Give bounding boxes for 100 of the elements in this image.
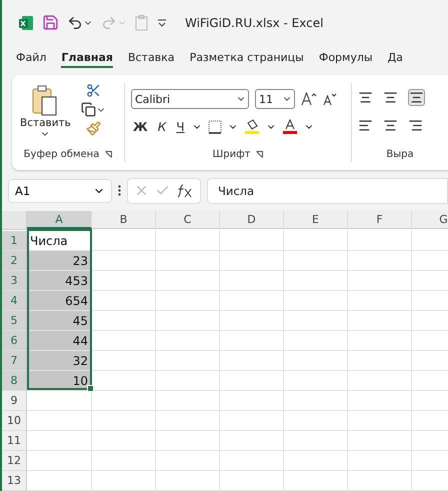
ribbon-tab[interactable]: Главная <box>61 49 113 68</box>
paste-button[interactable]: Вставить <box>18 83 73 142</box>
underline-button[interactable]: Ч <box>174 120 186 134</box>
empty-cell <box>220 351 284 371</box>
row-header[interactable]: 6 <box>2 331 27 351</box>
row-header[interactable]: 11 <box>2 431 27 451</box>
empty-cell <box>220 391 284 411</box>
row-header[interactable]: 13 <box>2 471 27 491</box>
table-cell: 453 <box>27 271 92 291</box>
empty-cell <box>156 271 220 291</box>
empty-cell <box>348 271 412 291</box>
table-cell: 44 <box>27 331 92 351</box>
align-middle-icon[interactable] <box>383 90 398 106</box>
row-header[interactable]: 9 <box>2 391 27 411</box>
empty-cell <box>284 251 348 271</box>
row-header[interactable]: 3 <box>2 271 27 291</box>
align-right-icon[interactable] <box>408 118 423 134</box>
empty-cell <box>220 231 284 251</box>
ribbon-tab[interactable]: Файл <box>16 49 46 68</box>
align-left-icon[interactable] <box>358 118 373 134</box>
empty-cell <box>156 291 220 311</box>
empty-cell <box>284 331 348 351</box>
undo-icon[interactable] <box>67 14 93 31</box>
align-top-icon[interactable] <box>358 90 373 106</box>
column-header[interactable]: E <box>284 211 348 229</box>
empty-cell <box>348 451 412 471</box>
row-header[interactable]: 7 <box>2 351 27 371</box>
empty-cell <box>156 411 220 431</box>
font-name-field[interactable]: Calibri <box>131 89 249 110</box>
dialog-launcher-icon[interactable] <box>105 150 112 158</box>
column-header[interactable]: D <box>220 211 284 229</box>
cut-icon[interactable] <box>86 83 101 98</box>
save-icon[interactable] <box>42 14 59 32</box>
empty-cell <box>220 471 284 491</box>
group-label: Буфер обмена <box>24 148 100 160</box>
column-header[interactable]: B <box>92 211 156 229</box>
customize-toolbar-icon[interactable] <box>157 18 167 27</box>
empty-cell <box>220 371 284 391</box>
row-header[interactable]: 5 <box>2 311 27 331</box>
decrease-font-icon[interactable] <box>323 92 337 106</box>
empty-cell <box>348 311 412 331</box>
empty-cell <box>284 451 348 471</box>
dialog-launcher-icon[interactable] <box>256 150 264 158</box>
table-cell: 32 <box>27 351 92 371</box>
ribbon-tab[interactable]: Формулы <box>318 49 373 68</box>
bold-button[interactable]: Ж <box>131 120 150 134</box>
fill-color-icon[interactable] <box>244 119 260 136</box>
font-color-icon[interactable] <box>282 119 298 136</box>
formula-field[interactable]: Числа <box>207 178 448 204</box>
empty-cell <box>348 371 412 391</box>
column-header[interactable]: A <box>27 211 92 229</box>
row-header[interactable]: 12 <box>2 451 27 471</box>
empty-cell <box>156 471 220 491</box>
empty-cell <box>156 391 220 411</box>
row-header[interactable]: 10 <box>2 411 27 431</box>
column-header[interactable]: F <box>348 211 412 229</box>
align-center-icon[interactable] <box>383 118 398 134</box>
empty-cell <box>284 311 348 331</box>
row-header[interactable]: 4 <box>2 291 27 311</box>
table-cell: 45 <box>27 311 92 331</box>
excel-logo-icon <box>18 14 34 31</box>
ribbon-tab[interactable]: Да <box>388 49 403 68</box>
empty-cell <box>156 331 220 351</box>
empty-cell <box>348 231 412 251</box>
copy-icon[interactable] <box>80 102 106 118</box>
window-title: WiFiGiD.RU.xlsx - Excel <box>185 16 324 30</box>
empty-cell <box>92 471 156 491</box>
empty-cell <box>220 271 284 291</box>
empty-cell <box>348 331 412 351</box>
empty-cell <box>284 371 348 391</box>
fill-handle[interactable] <box>87 385 94 392</box>
empty-cell <box>156 311 220 331</box>
empty-cell <box>220 291 284 311</box>
column-header[interactable]: G <box>412 211 448 229</box>
name-box[interactable]: A1 <box>8 178 112 203</box>
empty-cell <box>348 351 412 371</box>
align-bottom-icon[interactable] <box>408 89 425 106</box>
more-options-icon[interactable] <box>118 185 121 196</box>
row-header[interactable]: 2 <box>2 251 27 271</box>
row-header[interactable]: 8 <box>2 371 27 391</box>
font-size-field[interactable]: 11 <box>255 89 295 110</box>
empty-cell <box>92 411 156 431</box>
empty-cell <box>156 231 220 251</box>
empty-cell <box>284 271 348 291</box>
empty-cell <box>284 231 348 251</box>
borders-icon[interactable] <box>208 120 222 134</box>
ribbon-tab[interactable]: Разметка страницы <box>190 49 304 68</box>
column-header[interactable]: C <box>156 211 220 229</box>
italic-button[interactable]: К <box>156 120 168 134</box>
ribbon-tab[interactable]: Вставка <box>128 49 175 68</box>
table-cell: 23 <box>27 251 92 271</box>
increase-font-icon[interactable] <box>301 92 317 106</box>
empty-cell <box>284 411 348 431</box>
insert-function-icon[interactable] <box>176 184 194 198</box>
empty-cell <box>220 251 284 271</box>
empty-cell <box>284 351 348 371</box>
row-header[interactable]: 1 <box>2 231 27 251</box>
empty-cell <box>348 251 412 271</box>
empty-cell <box>220 311 284 331</box>
empty-cell <box>156 251 220 271</box>
